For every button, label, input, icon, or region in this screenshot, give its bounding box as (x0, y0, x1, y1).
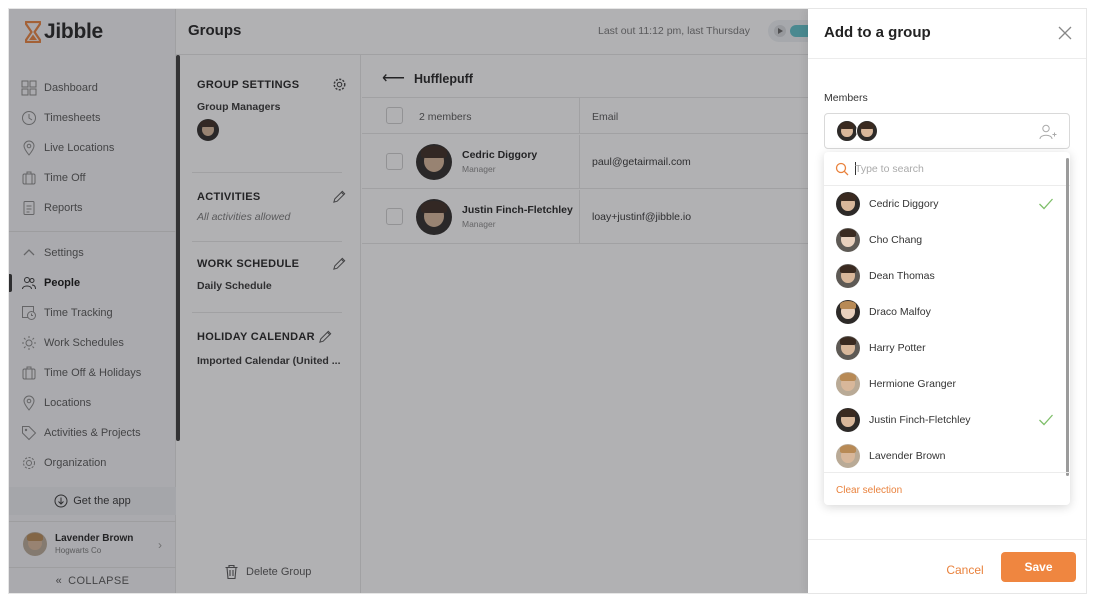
list-item[interactable]: Dean Thomas (824, 258, 1064, 294)
divider (808, 539, 1086, 540)
list-item[interactable]: Cedric Diggory (824, 186, 1064, 222)
check-icon (1039, 414, 1053, 426)
member-options-list: Cedric Diggory Cho Chang Dean Thomas Dra… (824, 186, 1070, 472)
save-button[interactable]: Save (1001, 552, 1076, 582)
scrollbar[interactable] (1066, 158, 1069, 476)
avatar (836, 228, 860, 252)
members-label: Members (824, 92, 868, 104)
avatar (836, 264, 860, 288)
dropdown-search (824, 152, 1070, 186)
member-option-name: Hermione Granger (869, 378, 956, 390)
list-item[interactable]: Lavender Brown (824, 438, 1064, 472)
add-user-icon[interactable] (1039, 123, 1057, 141)
avatar (836, 336, 860, 360)
app-window: Jibble Dashboard Timesheets Live Locatio… (8, 8, 1087, 594)
avatar (836, 372, 860, 396)
selected-member-avatar (836, 120, 858, 142)
cancel-button[interactable]: Cancel (932, 557, 998, 583)
members-dropdown: Cedric Diggory Cho Chang Dean Thomas Dra… (824, 152, 1070, 505)
member-option-name: Cho Chang (869, 234, 923, 246)
modal-backdrop[interactable] (9, 9, 808, 593)
member-option-name: Dean Thomas (869, 270, 935, 282)
list-item[interactable]: Draco Malfoy (824, 294, 1064, 330)
drawer-title: Add to a group (824, 24, 931, 41)
member-option-name: Cedric Diggory (869, 198, 939, 210)
member-option-name: Harry Potter (869, 342, 926, 354)
list-item[interactable]: Cho Chang (824, 222, 1064, 258)
close-icon[interactable] (1057, 25, 1073, 41)
avatar (836, 408, 860, 432)
member-search-input[interactable] (855, 160, 1045, 178)
add-to-group-drawer: Add to a group Members Cedric Diggory (808, 9, 1086, 593)
check-icon (1039, 198, 1053, 210)
selected-member-avatar (856, 120, 878, 142)
avatar (836, 192, 860, 216)
avatar (836, 444, 860, 468)
divider (808, 58, 1086, 59)
members-select-field[interactable] (824, 113, 1070, 149)
member-option-name: Lavender Brown (869, 450, 946, 462)
search-icon (835, 162, 849, 176)
list-item[interactable]: Harry Potter (824, 330, 1064, 366)
avatar (836, 300, 860, 324)
dropdown-footer: Clear selection (824, 472, 1070, 505)
clear-selection-link[interactable]: Clear selection (836, 485, 902, 496)
list-item[interactable]: Hermione Granger (824, 366, 1064, 402)
list-item[interactable]: Justin Finch-Fletchley (824, 402, 1064, 438)
member-option-name: Draco Malfoy (869, 306, 931, 318)
member-option-name: Justin Finch-Fletchley (869, 414, 971, 426)
